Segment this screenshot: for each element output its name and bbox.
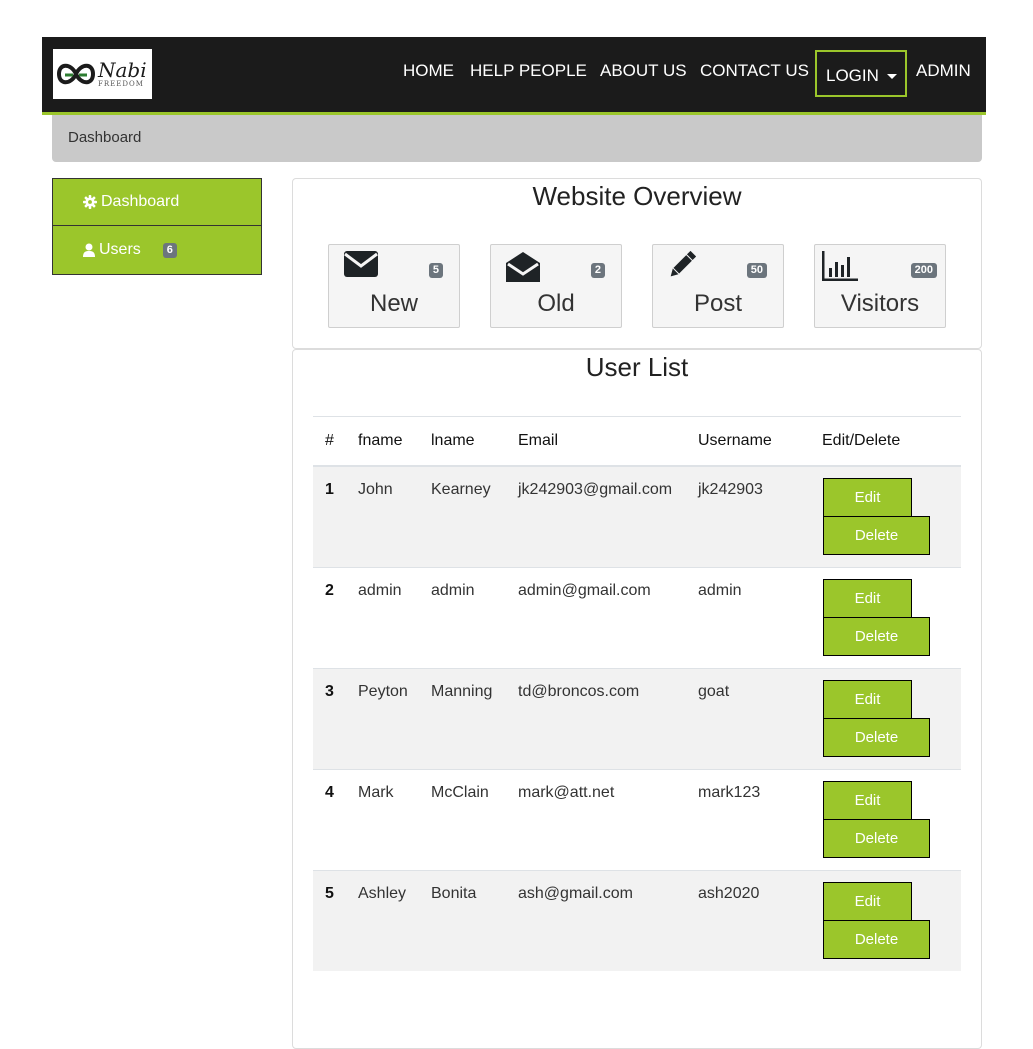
edit-button[interactable]: Edit — [823, 579, 912, 618]
col-header-actions: Edit/Delete — [822, 416, 961, 467]
sidebar-item-label: Users — [99, 241, 141, 258]
stat-label: Post — [693, 290, 743, 317]
table-row: 4 Mark McClain mark@att.net mark123 Edit… — [313, 769, 961, 871]
row-email: mark@att.net — [518, 784, 615, 801]
table-row: 2 admin admin admin@gmail.com admin Edit… — [313, 567, 961, 669]
stat-label: New — [369, 290, 418, 317]
delete-button[interactable]: Delete — [823, 819, 930, 858]
row-email: td@broncos.com — [518, 683, 640, 700]
row-number: 5 — [325, 885, 334, 902]
row-username: admin — [698, 582, 742, 599]
stat-count-badge: 5 — [428, 263, 443, 278]
navbar: Nabi FREEDOM HOME HELP PEOPLE ABOUT US C… — [42, 37, 986, 115]
login-dropdown[interactable]: LOGIN — [815, 50, 907, 97]
logo-emblem-icon — [57, 63, 95, 85]
row-email: admin@gmail.com — [518, 582, 651, 599]
nav-home[interactable]: HOME — [403, 61, 454, 81]
nav-contact-us[interactable]: CONTACT US — [700, 61, 809, 81]
row-fname: admin — [358, 582, 402, 599]
sidebar: Dashboard Users 6 — [52, 178, 262, 275]
col-header-fname: fname — [358, 416, 431, 467]
col-header-username: Username — [698, 416, 822, 467]
row-username: goat — [698, 683, 730, 700]
overview-title: Website Overview — [532, 181, 742, 211]
nav-help-people[interactable]: HELP PEOPLE — [470, 61, 587, 81]
edit-button[interactable]: Edit — [823, 781, 912, 820]
stat-count-badge: 2 — [590, 263, 605, 278]
stat-label: Visitors — [840, 290, 920, 317]
row-number: 3 — [325, 683, 334, 700]
brand-logo[interactable]: Nabi FREEDOM — [53, 49, 152, 99]
edit-button[interactable]: Edit — [823, 882, 912, 921]
col-header-lname: lname — [431, 416, 518, 467]
user-table: # fname lname Email Username Edit/Delete… — [313, 416, 961, 971]
row-username: mark123 — [698, 784, 761, 801]
pencil-icon — [668, 250, 697, 284]
row-lname: Kearney — [431, 481, 491, 498]
row-email: ash@gmail.com — [518, 885, 633, 902]
row-number: 4 — [325, 784, 334, 801]
table-row: 1 John Kearney jk242903@gmail.com jk2429… — [313, 465, 961, 568]
login-label: LOGIN — [826, 65, 879, 85]
row-username: jk242903 — [698, 481, 763, 498]
user-icon — [83, 243, 95, 257]
chevron-down-icon — [886, 73, 897, 79]
row-number: 1 — [325, 481, 334, 498]
stat-old[interactable]: 2 Old — [490, 244, 622, 328]
sidebar-item-users[interactable]: Users 6 — [52, 225, 262, 275]
row-lname: Bonita — [431, 885, 477, 902]
stat-new[interactable]: 5 New — [328, 244, 460, 328]
row-username: ash2020 — [698, 885, 760, 902]
row-lname: Manning — [431, 683, 493, 700]
table-row: 5 Ashley Bonita ash@gmail.com ash2020 Ed… — [313, 870, 961, 971]
sidebar-item-label: Dashboard — [101, 193, 180, 210]
user-list-title: User List — [585, 352, 689, 382]
website-overview-card: Website Overview 5 New 2 Old 50 Post 200… — [292, 178, 982, 349]
breadcrumb: Dashboard — [52, 115, 982, 162]
row-email: jk242903@gmail.com — [518, 481, 673, 498]
user-list-card: User List # fname lname Email Username E… — [292, 349, 982, 1049]
table-row: 3 Peyton Manning td@broncos.com goat Edi… — [313, 668, 961, 770]
delete-button[interactable]: Delete — [823, 516, 930, 555]
row-fname: John — [358, 481, 393, 498]
edit-button[interactable]: Edit — [823, 478, 912, 517]
row-fname: Ashley — [358, 885, 407, 902]
logo-main-text: Nabi — [98, 58, 147, 82]
gear-icon — [83, 195, 97, 209]
edit-button[interactable]: Edit — [823, 680, 912, 719]
row-number: 2 — [325, 582, 334, 599]
sidebar-item-dashboard[interactable]: Dashboard — [52, 178, 262, 226]
stat-label: Old — [537, 290, 575, 317]
stat-count-badge: 50 — [746, 263, 767, 278]
users-count-badge: 6 — [162, 242, 177, 258]
stat-count-badge: 200 — [910, 263, 937, 278]
logo-text: Nabi FREEDOM — [98, 60, 147, 88]
stat-visitors[interactable]: 200 Visitors — [814, 244, 946, 328]
row-lname: admin — [431, 582, 475, 599]
breadcrumb-current: Dashboard — [68, 129, 142, 146]
delete-button[interactable]: Delete — [823, 617, 930, 656]
bar-chart-icon — [822, 251, 858, 286]
delete-button[interactable]: Delete — [823, 920, 930, 959]
nav-admin[interactable]: ADMIN — [916, 61, 971, 81]
col-header-email: Email — [518, 416, 698, 467]
envelope-closed-icon — [344, 251, 378, 282]
table-header-row: # fname lname Email Username Edit/Delete — [313, 416, 961, 467]
row-fname: Peyton — [358, 683, 408, 700]
row-lname: McClain — [431, 784, 489, 801]
delete-button[interactable]: Delete — [823, 718, 930, 757]
nav-about-us[interactable]: ABOUT US — [600, 61, 687, 81]
stat-post[interactable]: 50 Post — [652, 244, 784, 328]
logo-sub-text: FREEDOM — [98, 80, 144, 88]
col-header-num: # — [313, 416, 358, 467]
envelope-open-icon — [506, 251, 540, 288]
row-fname: Mark — [358, 784, 394, 801]
